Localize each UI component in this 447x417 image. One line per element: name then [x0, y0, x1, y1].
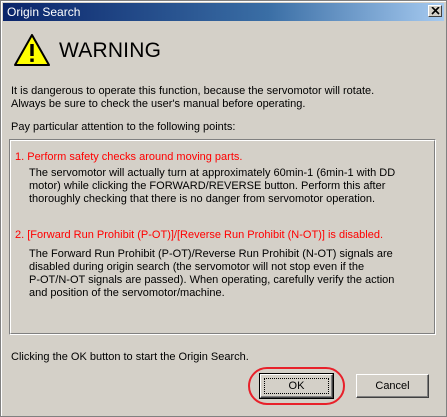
window-title: Origin Search [7, 5, 81, 19]
points-group-box: 1. Perform safety checks around moving p… [9, 139, 436, 335]
intro-line: It is dangerous to operate this function… [11, 85, 375, 97]
points-label: Pay particular attention to the followin… [11, 121, 236, 133]
point-2-line: P-OT/N-OT signals are passed). When oper… [29, 274, 395, 286]
warning-heading: WARNING [59, 39, 162, 62]
point-1-body: The servomotor will actually turn at app… [29, 167, 429, 206]
close-button[interactable] [428, 5, 442, 17]
intro-line: Always be sure to check the user's manua… [11, 98, 306, 110]
point-1-line: thoroughly checking that there is no dan… [29, 193, 376, 205]
title-bar[interactable]: Origin Search [3, 3, 444, 21]
warning-triangle-icon [14, 34, 50, 66]
point-2-line: and position of the servomotor/machine. [29, 287, 225, 299]
cancel-button[interactable]: Cancel [356, 374, 429, 398]
point-1-line: The servomotor will actually turn at app… [29, 167, 396, 179]
start-instruction: Clicking the OK button to start the Orig… [11, 351, 249, 363]
origin-search-dialog: Origin Search WARNING It is dangerous to… [0, 0, 447, 417]
cancel-button-label: Cancel [375, 380, 410, 392]
point-2-title: 2. [Forward Run Prohibit (P-OT)]/[Revers… [15, 229, 384, 241]
warning-intro: It is dangerous to operate this function… [11, 85, 431, 111]
focus-rectangle [264, 378, 329, 394]
close-icon [431, 7, 440, 15]
point-1-title: 1. Perform safety checks around moving p… [15, 151, 243, 163]
point-2-body: The Forward Run Prohibit (P-OT)/Reverse … [29, 248, 429, 300]
point-2-line: The Forward Run Prohibit (P-OT)/Reverse … [29, 248, 393, 260]
point-1-line: motor) while clicking the FORWARD/REVERS… [29, 180, 386, 192]
point-2-line: disabled during origin search (the servo… [29, 261, 365, 273]
ok-button[interactable]: OK [259, 373, 334, 399]
